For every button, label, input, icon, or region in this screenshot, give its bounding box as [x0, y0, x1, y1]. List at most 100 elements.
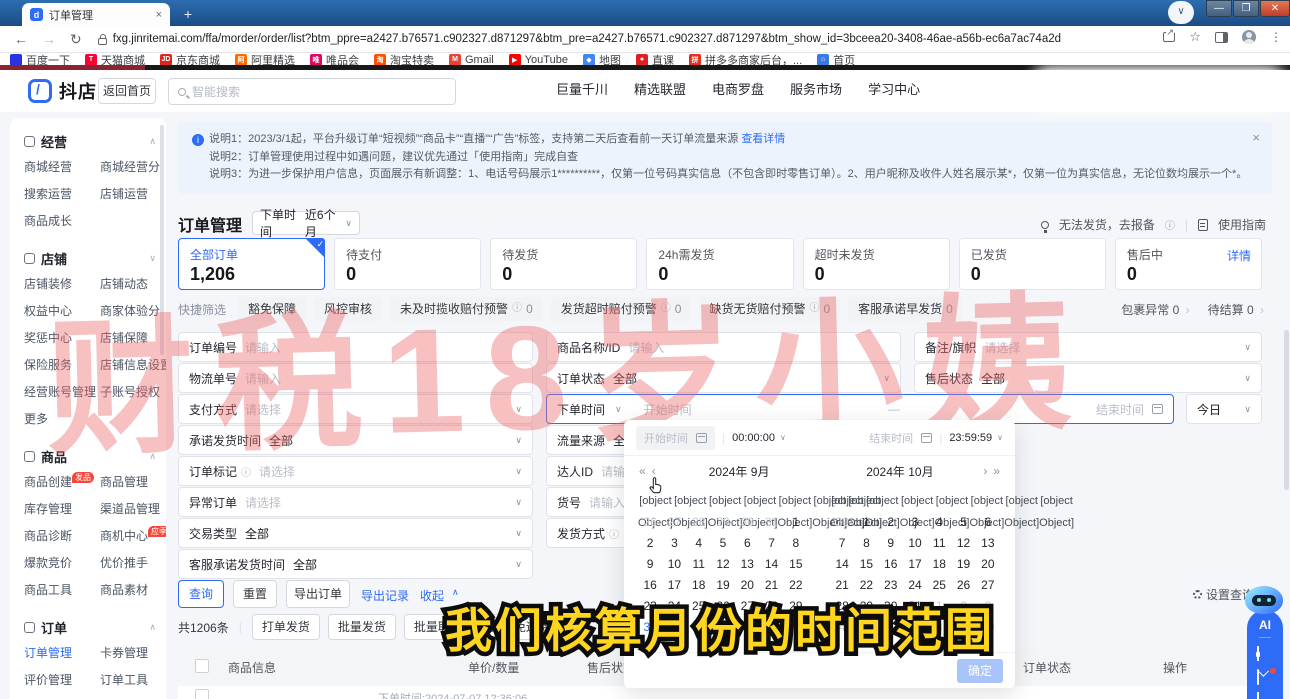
header-nav-link[interactable]: 精选联盟 [634, 79, 686, 98]
day-cell[interactable]: 6 [976, 512, 1000, 533]
batch-button[interactable]: 批量发货 [328, 614, 396, 640]
ai-button[interactable]: AI [1259, 618, 1271, 638]
sidebar-item[interactable]: 物流诊断 [24, 694, 100, 699]
sidebar-item[interactable]: 订单工具 [100, 667, 166, 694]
day-cell[interactable]: 21 [830, 575, 854, 596]
day-cell[interactable]: 15 [784, 554, 808, 575]
security-button[interactable] [1257, 693, 1273, 699]
sidebar-item[interactable]: 商品成长 [24, 208, 100, 235]
start-date-placeholder[interactable]: 开始时间 [644, 401, 692, 418]
sidebar-item[interactable]: 保险服务 [24, 352, 100, 379]
day-cell[interactable]: 24 [662, 596, 686, 617]
user-guide-link[interactable]: 使用指南 [1218, 216, 1266, 233]
day-cell[interactable]: 17 [662, 575, 686, 596]
filter-product[interactable]: 商品名称/ID 请输入 [546, 332, 901, 362]
end-date-placeholder[interactable]: 结束时间 [1096, 401, 1144, 418]
day-cell[interactable]: 2 [951, 596, 975, 617]
quick-filter-tag[interactable]: 缺货无货赔付预警 ⓘ 0 [699, 297, 840, 321]
forward-icon[interactable]: → [42, 31, 56, 47]
day-cell[interactable]: 3 [976, 596, 1000, 617]
day-cell[interactable]: 4 [927, 512, 951, 533]
day-cell[interactable]: 15 [854, 554, 878, 575]
filter-pay-method[interactable]: 支付方式 请选择 ∨ [178, 394, 533, 424]
day-cell[interactable]: 10 [903, 533, 927, 554]
end-date-input[interactable]: 结束时间 [869, 430, 932, 446]
sidebar-item[interactable]: 爆款竞价 [24, 550, 100, 577]
day-cell[interactable]: 2 [687, 617, 711, 638]
sidebar-item[interactable]: 发货工具 [100, 694, 166, 699]
day-cell[interactable]: 26 [711, 596, 735, 617]
confirm-button[interactable]: 确定 [957, 659, 1003, 683]
export-record-link[interactable]: 导出记录 [361, 587, 409, 604]
day-cell[interactable]: 18 [687, 575, 711, 596]
day-cell[interactable]: 19 [711, 575, 735, 596]
quick-filter-tag[interactable]: 发货超时赔付预警 ⓘ 0 [551, 297, 692, 321]
header-nav-link[interactable]: 服务市场 [790, 79, 842, 98]
sidebar-item[interactable]: 更多 [24, 406, 100, 433]
day-cell[interactable]: 30 [638, 617, 662, 638]
day-cell[interactable]: 24 [903, 575, 927, 596]
start-date-input[interactable]: 开始时间 [636, 426, 715, 450]
day-cell[interactable]: 28 [759, 596, 783, 617]
day-cell[interactable]: 20 [976, 554, 1000, 575]
sidebar-item[interactable]: 权益中心 [24, 298, 100, 325]
day-cell[interactable]: 3 [903, 512, 927, 533]
row-checkbox[interactable] [195, 689, 209, 699]
sidebar-item[interactable]: 商机中心应季 [100, 523, 166, 550]
search-button[interactable]: 查询 [178, 580, 224, 608]
day-cell[interactable]: 11 [927, 533, 951, 554]
day-cell[interactable]: 31 [759, 512, 783, 533]
select-all-checkbox[interactable] [195, 659, 209, 673]
day-cell[interactable]: 14 [830, 554, 854, 575]
day-cell[interactable]: 27 [976, 575, 1000, 596]
day-cell[interactable]: 23 [638, 596, 662, 617]
day-cell[interactable]: 13 [976, 533, 1000, 554]
batch-button[interactable]: 批量免运费 [480, 614, 560, 640]
day-cell[interactable]: 4 [830, 617, 854, 638]
day-cell[interactable]: 3 [711, 617, 735, 638]
day-cell[interactable]: 30 [735, 512, 759, 533]
day-cell[interactable]: 1 [784, 512, 808, 533]
day-cell[interactable]: 28 [830, 596, 854, 617]
day-cell[interactable]: 25 [687, 596, 711, 617]
day-cell[interactable]: 4 [735, 617, 759, 638]
sidebar-item[interactable]: 子账号授权 [100, 379, 166, 406]
shortcut-link[interactable]: 包裹异常 0 › [1121, 301, 1189, 318]
next-month-icon[interactable]: › [980, 464, 990, 478]
assistant-avatar[interactable] [1243, 584, 1285, 616]
day-cell[interactable]: 5 [854, 617, 878, 638]
day-cell[interactable]: 7 [759, 533, 783, 554]
bookmark-item[interactable]: M Gmail [449, 54, 494, 66]
day-cell[interactable]: 20 [735, 575, 759, 596]
cannot-ship-link[interactable]: 无法发货，去报备 [1059, 216, 1155, 233]
day-cell[interactable]: 27 [735, 596, 759, 617]
stat-card-detail-link[interactable]: 详情 [1227, 247, 1251, 264]
day-cell[interactable]: 8 [927, 617, 951, 638]
customer-service-button[interactable] [1257, 647, 1273, 661]
day-cell[interactable]: 26 [638, 512, 662, 533]
filter-cs-promise-time[interactable]: 客服承诺发货时间 全部 ∨ [178, 549, 533, 579]
sidebar-item[interactable]: 商城经营 [24, 154, 100, 181]
filter-promise-ship-time[interactable]: 承诺发货时间 全部 ∨ [178, 425, 533, 455]
day-cell[interactable]: 18 [927, 554, 951, 575]
quick-filter-tag[interactable]: 风控审核 [314, 297, 382, 321]
sidebar-item[interactable]: 商品诊断 [24, 523, 100, 550]
quick-filter-tag[interactable]: 豁免保障 [238, 297, 306, 321]
day-cell[interactable]: 8 [784, 533, 808, 554]
day-cell[interactable]: 12 [711, 554, 735, 575]
day-cell[interactable]: 22 [854, 575, 878, 596]
sidebar-scrollbar[interactable] [160, 125, 164, 355]
day-cell[interactable]: 8 [854, 533, 878, 554]
day-cell[interactable]: 6 [784, 617, 808, 638]
shop-logo[interactable]: 抖店 [28, 78, 97, 104]
stat-card[interactable]: 24h需发货 0 ✓ [646, 238, 793, 290]
sidebar-item[interactable]: 卡券管理 [100, 640, 166, 667]
filter-order-tag[interactable]: 订单标记 ⓘ 请选择 ∨ [178, 456, 533, 486]
back-icon[interactable]: ← [14, 31, 28, 47]
day-cell[interactable]: 21 [759, 575, 783, 596]
sidebar-item[interactable]: 优价推手 [100, 550, 166, 577]
header-nav-link[interactable]: 学习中心 [868, 79, 920, 98]
day-cell[interactable]: 31 [903, 596, 927, 617]
day-cell[interactable]: 17 [903, 554, 927, 575]
page-scrollbar[interactable] [1284, 330, 1289, 490]
